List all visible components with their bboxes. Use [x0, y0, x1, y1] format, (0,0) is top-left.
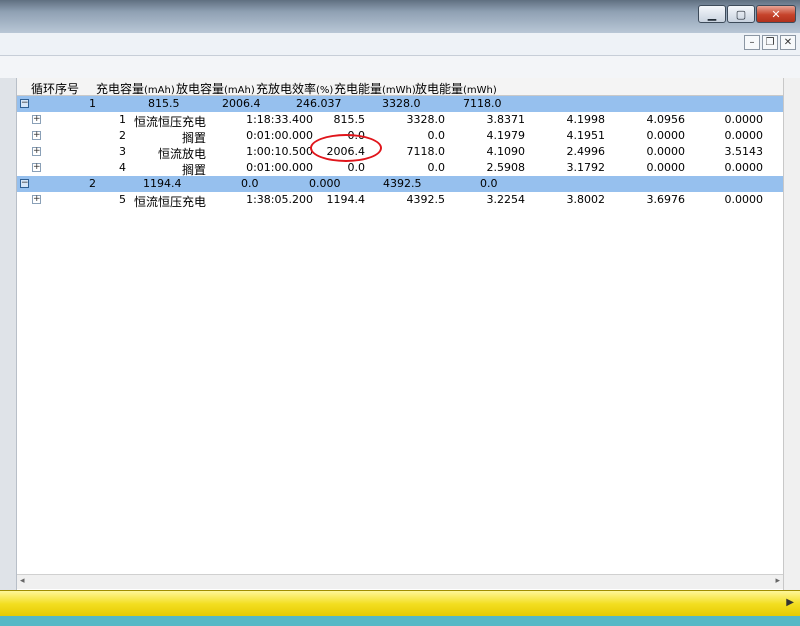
step-value-2: 3.1792 — [566, 161, 606, 174]
window-title-bar: ▁ ▢ ✕ — [0, 0, 800, 34]
step-index: 1 — [119, 113, 126, 126]
scroll-left-icon[interactable]: ◂ — [20, 576, 25, 586]
status-bar-arrow-icon[interactable]: ▶ — [786, 597, 794, 608]
step-value-3: 4.0956 — [646, 113, 686, 126]
cycle-number: 2 — [89, 177, 96, 190]
column-header-cycle[interactable]: 循环序号 — [31, 80, 79, 97]
column-header-discharge-energy[interactable]: 放电能量(mWh) — [415, 80, 497, 97]
window-controls: ▁ ▢ ✕ — [697, 5, 796, 23]
minimize-button[interactable]: ▁ — [698, 5, 726, 23]
step-index: 2 — [119, 129, 126, 142]
step-value-4: 0.0000 — [724, 113, 764, 126]
mdi-minimize-button[interactable]: – — [744, 35, 760, 50]
maximize-button[interactable]: ▢ — [727, 5, 755, 23]
column-header-efficiency[interactable]: 充放电效率(%) — [256, 80, 333, 97]
step-row[interactable]: + 3 恒流放电 1:00:10.500 2006.4 7118.0 4.109… — [17, 144, 783, 161]
step-row[interactable]: + 1 恒流恒压充电 1:18:33.400 815.5 3328.0 3.83… — [17, 112, 783, 129]
column-header-charge-capacity[interactable]: 充电容量(mAh) — [96, 80, 175, 97]
step-value-1: 4.1090 — [486, 145, 526, 158]
step-value-1: 3.2254 — [486, 193, 526, 206]
step-time: 1:18:33.400 — [246, 113, 313, 126]
step-time: 1:00:10.500 — [246, 145, 313, 158]
step-capacity: 815.5 — [333, 113, 366, 126]
step-energy: 3328.0 — [406, 113, 446, 126]
close-icon: ✕ — [771, 7, 781, 21]
group-efficiency: 0.000 — [309, 177, 341, 190]
group-discharge-capacity: 0.0 — [241, 177, 259, 190]
cycle-group-row[interactable]: − 2 1194.4 0.0 0.000 4392.5 0.0 — [17, 176, 783, 192]
group-discharge-capacity: 2006.4 — [222, 97, 261, 110]
step-row[interactable]: + 2 搁置 0:01:00.000 0.0 0.0 4.1979 4.1951… — [17, 128, 783, 145]
step-value-4: 0.0000 — [724, 161, 764, 174]
expand-icon[interactable]: + — [32, 131, 41, 140]
collapse-icon[interactable]: − — [20, 179, 29, 188]
column-header-discharge-capacity[interactable]: 放电容量(mAh) — [176, 80, 255, 97]
expand-icon[interactable]: + — [32, 147, 41, 156]
status-bar: ▶ — [0, 590, 800, 617]
expand-icon[interactable]: + — [32, 163, 41, 172]
step-energy: 7118.0 — [406, 145, 446, 158]
step-capacity: 1194.4 — [326, 193, 366, 206]
step-value-3: 3.6976 — [646, 193, 686, 206]
step-row[interactable]: + 5 恒流恒压充电 1:38:05.200 1194.4 4392.5 3.2… — [17, 192, 783, 209]
group-charge-capacity: 1194.4 — [143, 177, 182, 190]
scroll-right-icon[interactable]: ▸ — [775, 576, 780, 586]
vertical-scrollbar[interactable] — [783, 78, 800, 590]
step-capacity: 0.0 — [347, 161, 366, 174]
grid-header: 循环序号 充电容量(mAh) 放电容量(mAh) 充放电效率(%) 充电能量(m… — [17, 78, 783, 96]
close-button[interactable]: ✕ — [756, 5, 796, 23]
horizontal-scrollbar[interactable]: ◂ ▸ — [17, 574, 783, 589]
mdi-child-bar: – ❐ ✕ — [0, 33, 800, 56]
step-energy: 4392.5 — [406, 193, 446, 206]
step-index: 5 — [119, 193, 126, 206]
step-time: 0:01:00.000 — [246, 129, 313, 142]
group-charge-energy: 4392.5 — [383, 177, 422, 190]
cycle-number: 1 — [89, 97, 96, 110]
column-header-charge-energy[interactable]: 充电能量(mWh) — [334, 80, 416, 97]
step-value-1: 4.1979 — [486, 129, 526, 142]
group-charge-capacity: 815.5 — [148, 97, 180, 110]
step-value-3: 0.0000 — [646, 129, 686, 142]
group-discharge-energy: 0.0 — [480, 177, 498, 190]
step-energy: 0.0 — [427, 129, 446, 142]
cycle-group-row[interactable]: − 1 815.5 2006.4 246.037 3328.0 7118.0 — [17, 96, 783, 112]
maximize-icon: ▢ — [735, 7, 747, 21]
step-value-2: 2.4996 — [566, 145, 606, 158]
toolbar-area — [0, 56, 800, 78]
step-value-3: 0.0000 — [646, 145, 686, 158]
step-capacity: 2006.4 — [326, 145, 366, 158]
step-index: 3 — [119, 145, 126, 158]
expand-icon[interactable]: + — [32, 195, 41, 204]
step-value-4: 0.0000 — [724, 193, 764, 206]
step-name: 恒流恒压充电 — [134, 195, 207, 209]
step-value-3: 0.0000 — [646, 161, 686, 174]
step-time: 1:38:05.200 — [246, 193, 313, 206]
step-capacity: 0.0 — [347, 129, 366, 142]
cycle-data-grid: 循环序号 充电容量(mAh) 放电容量(mAh) 充放电效率(%) 充电能量(m… — [17, 78, 783, 574]
mdi-restore-button[interactable]: ❐ — [762, 35, 778, 50]
step-value-2: 4.1951 — [566, 129, 606, 142]
step-value-2: 4.1998 — [566, 113, 606, 126]
step-value-1: 3.8371 — [486, 113, 526, 126]
step-value-1: 2.5908 — [486, 161, 526, 174]
step-value-4: 0.0000 — [724, 129, 764, 142]
step-value-4: 3.5143 — [724, 145, 764, 158]
group-efficiency: 246.037 — [296, 97, 342, 110]
step-energy: 0.0 — [427, 161, 446, 174]
mdi-close-button[interactable]: ✕ — [780, 35, 796, 50]
taskbar-strip — [0, 616, 800, 626]
step-index: 4 — [119, 161, 126, 174]
collapse-icon[interactable]: − — [20, 99, 29, 108]
step-row[interactable]: + 4 搁置 0:01:00.000 0.0 0.0 2.5908 3.1792… — [17, 160, 783, 177]
group-charge-energy: 3328.0 — [382, 97, 421, 110]
group-discharge-energy: 7118.0 — [463, 97, 502, 110]
mdi-controls: – ❐ ✕ — [742, 35, 796, 50]
step-value-2: 3.8002 — [566, 193, 606, 206]
expand-icon[interactable]: + — [32, 115, 41, 124]
left-panel-strip — [0, 78, 17, 590]
step-time: 0:01:00.000 — [246, 161, 313, 174]
minimize-icon: ▁ — [707, 7, 717, 21]
